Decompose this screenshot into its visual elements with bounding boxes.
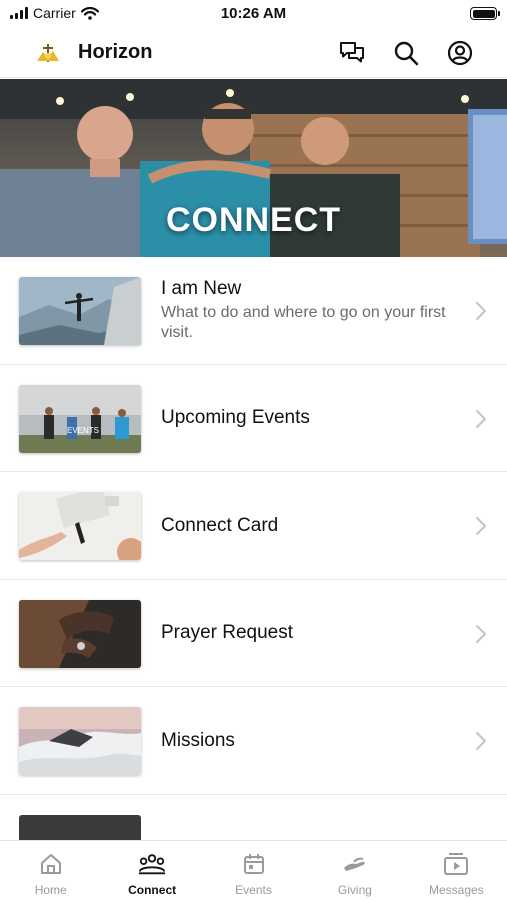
list-item-text: Upcoming Events (161, 365, 451, 472)
tab-label: Messages (428, 883, 484, 897)
list-item-text: I am New What to do and where to go on y… (161, 257, 451, 364)
hero-banner: CONNECT (0, 79, 507, 257)
list-item-missions[interactable]: Missions (0, 687, 507, 795)
list-item-text: Connect Card (161, 472, 451, 579)
thumbnail-mountain (19, 277, 141, 345)
list-item-text: Prayer Request (161, 580, 451, 687)
thumbnail-clouds (19, 707, 141, 775)
chevron-right-icon (476, 624, 487, 643)
events-thumb-text: EVENTS (67, 426, 99, 435)
app-header: Horizon (0, 28, 507, 78)
chevron-right-icon (476, 409, 487, 428)
list-item-text: Missions (161, 687, 451, 794)
people-icon (139, 854, 166, 875)
search-button[interactable] (391, 38, 421, 68)
chevron-right-icon (476, 302, 487, 320)
tab-giving[interactable]: Giving (304, 841, 405, 900)
tab-label: Home (34, 883, 67, 897)
list-item-title: Upcoming Events (161, 407, 310, 428)
thumbnail-prayer (19, 599, 141, 668)
tab-connect[interactable]: Connect (101, 841, 202, 900)
thumbnail-events: EVENTS (19, 384, 141, 453)
list-item-title: I am New (161, 278, 242, 299)
tab-events[interactable]: Events (203, 841, 304, 900)
list-item-upcoming-events[interactable]: EVENTS Upcoming Events (0, 365, 507, 472)
list-item-connect-card[interactable]: Connect Card (0, 472, 507, 580)
tab-messages[interactable]: Messages (406, 841, 507, 900)
status-time: 10:26 AM (220, 5, 287, 22)
search-icon (394, 41, 419, 66)
list-item-prayer-request[interactable]: Prayer Request (0, 580, 507, 687)
hero-title: CONNECT (165, 201, 342, 239)
app-title: Horizon (78, 41, 153, 63)
battery-icon (470, 7, 500, 20)
profile-button[interactable] (445, 38, 475, 68)
chevron-right-icon (476, 517, 487, 535)
home-icon (40, 854, 61, 874)
play-video-icon (444, 853, 469, 875)
chat-button[interactable] (337, 38, 367, 68)
chevron-right-icon (476, 732, 487, 750)
list-item-title: Connect Card (161, 514, 279, 536)
status-bar: Carrier 10:26 AM (0, 0, 507, 28)
giving-hand-icon (343, 857, 365, 871)
list-item-i-am-new[interactable]: I am New What to do and where to go on y… (0, 257, 507, 365)
list-item-title: Missions (161, 729, 235, 751)
tab-label: Events (235, 883, 272, 897)
chat-icon (340, 42, 364, 63)
profile-icon (447, 40, 473, 66)
tab-label: Connect (128, 883, 177, 897)
tab-home[interactable]: Home (0, 841, 101, 900)
calendar-icon (243, 854, 264, 874)
tab-bar: Home Connect Events Giving Messages (0, 840, 507, 900)
tab-label: Giving (337, 883, 372, 897)
thumbnail-keyboard (19, 492, 141, 560)
logo-icon (37, 44, 59, 62)
list-item-subtitle: What to do and where to go on your first… (161, 304, 446, 341)
list-item-title: Prayer Request (161, 622, 294, 643)
connect-list: I am New What to do and where to go on y… (0, 257, 507, 900)
